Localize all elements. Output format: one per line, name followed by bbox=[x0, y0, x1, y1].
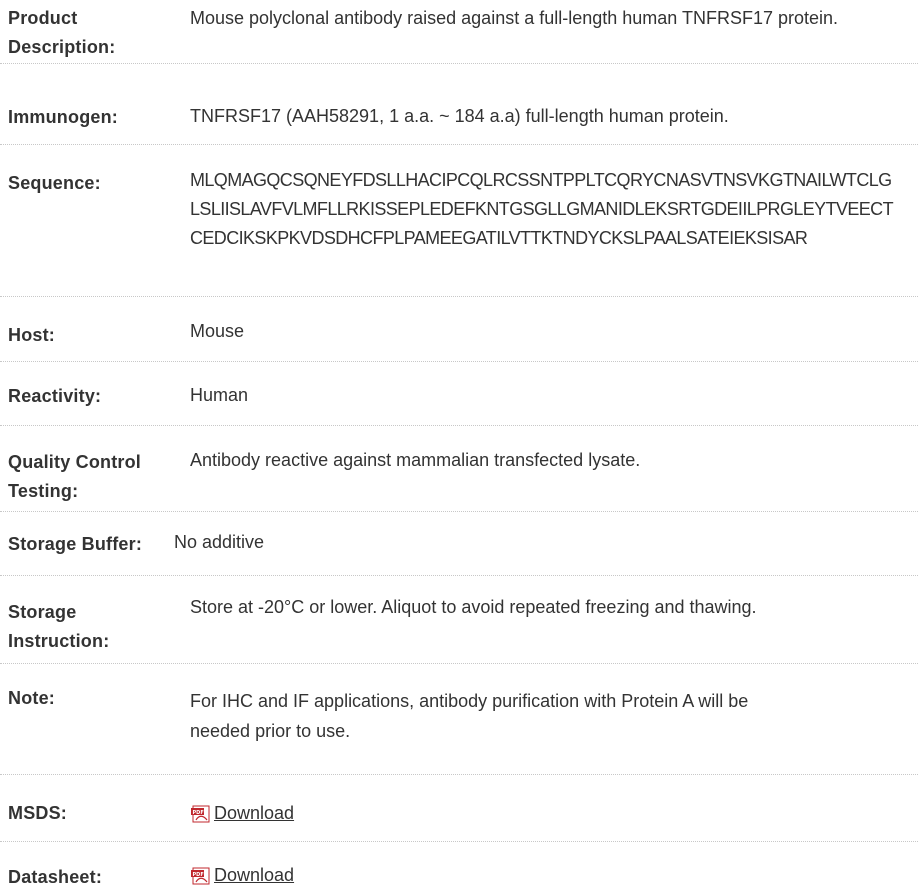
row-quality-control-testing: Quality Control Testing: Antibody reacti… bbox=[0, 426, 918, 512]
label-sequence: Sequence: bbox=[8, 173, 101, 193]
value-quality-control-testing: Antibody reactive against mammalian tran… bbox=[190, 450, 641, 470]
value-msds: PDF Download bbox=[190, 801, 888, 830]
value-sequence: MLQMAGQCSQNEYFDSLLHACIPCQLRCSSNTPPLTCQRY… bbox=[190, 170, 894, 248]
row-datasheet: Datasheet: PDF Download bbox=[0, 842, 918, 894]
label-host: Host: bbox=[8, 325, 55, 345]
value-storage-instruction: Store at -20°C or lower. Aliquot to avoi… bbox=[190, 597, 757, 617]
row-storage-buffer: Storage Buffer: No additive bbox=[0, 512, 918, 576]
label-note: Note: bbox=[8, 688, 55, 708]
value-immunogen: TNFRSF17 (AAH58291, 1 a.a. ~ 184 a.a) fu… bbox=[190, 106, 729, 126]
value-note: For IHC and IF applications, antibody pu… bbox=[190, 691, 749, 741]
label-quality-control-testing: Quality Control Testing: bbox=[8, 452, 141, 501]
svg-text:PDF: PDF bbox=[193, 872, 204, 878]
label-storage-buffer: Storage Buffer: bbox=[8, 534, 143, 554]
row-sequence: Sequence: MLQMAGQCSQNEYFDSLLHACIPCQLRCSS… bbox=[0, 145, 918, 297]
row-msds: MSDS: PDF Download bbox=[0, 775, 918, 842]
pdf-icon: PDF bbox=[190, 867, 212, 885]
row-note: Note: For IHC and IF applications, antib… bbox=[0, 664, 918, 775]
msds-download-link[interactable]: PDF Download bbox=[190, 801, 294, 826]
label-datasheet: Datasheet: bbox=[8, 867, 103, 887]
label-immunogen: Immunogen: bbox=[8, 107, 118, 127]
pdf-icon: PDF bbox=[190, 805, 212, 823]
value-storage-buffer: No additive bbox=[174, 532, 265, 552]
product-spec-table: Product Description: Mouse polyclonal an… bbox=[0, 0, 918, 894]
datasheet-download-link[interactable]: PDF Download bbox=[190, 863, 294, 888]
row-immunogen: Immunogen: TNFRSF17 (AAH58291, 1 a.a. ~ … bbox=[0, 64, 918, 145]
row-storage-instruction: Storage Instruction: Store at -20°C or l… bbox=[0, 576, 918, 664]
value-datasheet: PDF Download bbox=[190, 863, 888, 892]
label-storage-instruction: Storage Instruction: bbox=[8, 602, 110, 651]
label-product-description: Product Description: bbox=[8, 8, 116, 57]
value-host: Mouse bbox=[190, 321, 245, 341]
row-host: Host: Mouse bbox=[0, 297, 918, 362]
value-reactivity: Human bbox=[190, 385, 249, 405]
msds-download-text[interactable]: Download bbox=[214, 801, 294, 826]
row-product-description: Product Description: Mouse polyclonal an… bbox=[0, 0, 918, 64]
datasheet-download-text[interactable]: Download bbox=[214, 863, 294, 888]
row-reactivity: Reactivity: Human bbox=[0, 362, 918, 426]
svg-text:PDF: PDF bbox=[193, 810, 204, 816]
label-msds: MSDS: bbox=[8, 803, 67, 823]
label-reactivity: Reactivity: bbox=[8, 386, 102, 406]
value-product-description: Mouse polyclonal antibody raised against… bbox=[190, 8, 839, 28]
